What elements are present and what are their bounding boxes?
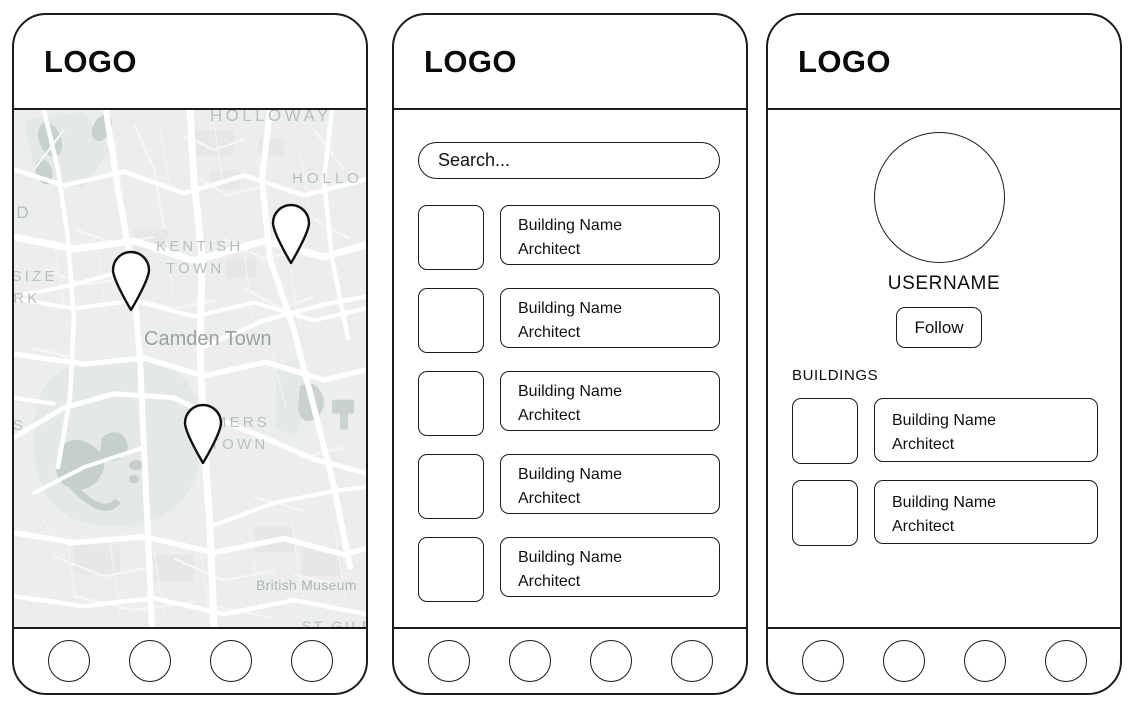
nav-item-1-icon[interactable] (801, 640, 844, 682)
building-info-card[interactable]: Building Name Architect (874, 398, 1098, 462)
building-name: Building Name (892, 494, 997, 511)
list-item[interactable]: Building Name Architect (418, 205, 720, 270)
list-item[interactable]: Building Name Architect (792, 398, 1098, 464)
building-name: Building Name (518, 217, 623, 234)
building-thumbnail[interactable] (418, 371, 484, 436)
nav-item-3-icon[interactable] (209, 640, 252, 682)
architect-name: Architect (518, 573, 581, 590)
phone-frame-profile-screen: LOGO USERNAME Follow BUILDINGS Building … (766, 13, 1122, 695)
building-info-card[interactable]: Building Name Architect (500, 537, 720, 597)
map-view[interactable]: HOLLOWAY HOLLO AD LSIZE ARK KENTISH TOWN… (14, 110, 366, 627)
buildings-section-label: BUILDINGS (792, 367, 879, 384)
search-placeholder-text: Search... (438, 150, 511, 170)
building-list: Building Name Architect Building Name Ar… (418, 205, 720, 620)
list-item[interactable]: Building Name Architect (418, 537, 720, 602)
follow-button[interactable]: Follow (896, 307, 982, 348)
list-item[interactable]: Building Name Architect (418, 454, 720, 519)
nav-item-1-icon[interactable] (427, 640, 470, 682)
building-info-card[interactable]: Building Name Architect (500, 205, 720, 265)
bottom-navigation-bar (394, 627, 746, 693)
building-info-card[interactable]: Building Name Architect (500, 371, 720, 431)
building-name: Building Name (518, 383, 623, 400)
architect-name: Architect (518, 490, 581, 507)
building-name: Building Name (518, 300, 623, 317)
building-thumbnail[interactable] (792, 480, 858, 546)
header-bar: LOGO (768, 15, 1120, 110)
list-item[interactable]: Building Name Architect (418, 288, 720, 353)
nav-item-3-icon[interactable] (589, 640, 632, 682)
bottom-navigation-bar (768, 627, 1120, 693)
building-thumbnail[interactable] (418, 537, 484, 602)
header-bar: LOGO (14, 15, 366, 110)
nav-item-4-icon[interactable] (670, 640, 713, 682)
list-screen-body: Search... Building Name Architect Buildi… (394, 110, 746, 627)
architect-name: Architect (518, 324, 581, 341)
building-name: Building Name (892, 412, 997, 429)
map-tiles (14, 110, 366, 627)
building-thumbnail[interactable] (418, 205, 484, 270)
nav-item-2-icon[interactable] (128, 640, 171, 682)
building-thumbnail[interactable] (418, 454, 484, 519)
architect-name: Architect (518, 241, 581, 258)
nav-item-4-icon[interactable] (1044, 640, 1087, 682)
nav-item-2-icon[interactable] (508, 640, 551, 682)
phone-frame-list-screen: LOGO Search... Building Name Architect B (392, 13, 748, 695)
nav-item-2-icon[interactable] (882, 640, 925, 682)
building-name: Building Name (518, 466, 623, 483)
building-info-card[interactable]: Building Name Architect (874, 480, 1098, 544)
logo: LOGO (44, 43, 137, 79)
username-label: USERNAME (887, 273, 1001, 294)
avatar[interactable] (874, 132, 1005, 263)
profile-building-list: Building Name Architect Building Name Ar… (792, 398, 1098, 562)
header-bar: LOGO (394, 15, 746, 110)
logo: LOGO (798, 43, 891, 79)
architect-name: Architect (892, 436, 955, 453)
nav-item-3-icon[interactable] (963, 640, 1006, 682)
list-item[interactable]: Building Name Architect (418, 371, 720, 436)
map-screen-body: HOLLOWAY HOLLO AD LSIZE ARK KENTISH TOWN… (14, 110, 366, 627)
building-info-card[interactable]: Building Name Architect (500, 288, 720, 348)
architect-name: Architect (518, 407, 581, 424)
search-input[interactable]: Search... (418, 142, 720, 179)
phone-frame-map-screen: LOGO HOLLOWAY HOLLO D IZE RK KENTISH TOW… (12, 13, 368, 695)
building-thumbnail[interactable] (418, 288, 484, 353)
architect-name: Architect (892, 518, 955, 535)
bottom-navigation-bar (14, 627, 366, 693)
building-thumbnail[interactable] (792, 398, 858, 464)
wireframe-canvas: LOGO HOLLOWAY HOLLO D IZE RK KENTISH TOW… (0, 0, 1134, 709)
building-name: Building Name (518, 549, 623, 566)
building-info-card[interactable]: Building Name Architect (500, 454, 720, 514)
profile-screen-body: USERNAME Follow BUILDINGS Building Name … (768, 110, 1120, 627)
logo: LOGO (424, 43, 517, 79)
list-item[interactable]: Building Name Architect (792, 480, 1098, 546)
nav-item-1-icon[interactable] (47, 640, 90, 682)
nav-item-4-icon[interactable] (290, 640, 333, 682)
